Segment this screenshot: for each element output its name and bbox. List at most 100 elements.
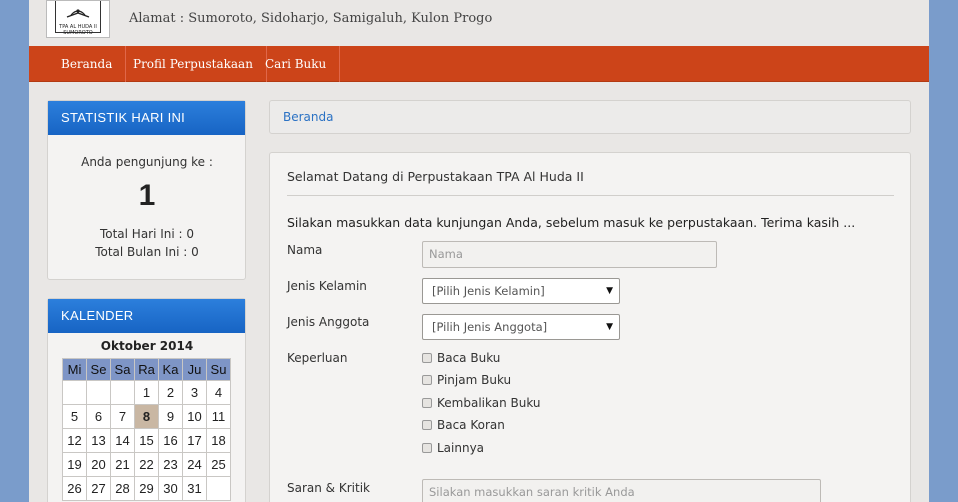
purpose-option-lainnya[interactable]: Lainnya [422, 441, 484, 455]
breadcrumb-link-beranda[interactable]: Beranda [283, 110, 333, 124]
calendar-weekday: Se [86, 358, 111, 381]
calendar-weekday: Su [206, 358, 231, 381]
member-select[interactable]: [Pilih Jenis Anggota] ▼ [422, 314, 620, 340]
calendar-day[interactable]: 13 [86, 428, 111, 453]
calendar-day[interactable]: 1 [134, 380, 159, 405]
calendar-day[interactable]: 15 [134, 428, 159, 453]
calendar-day[interactable]: 20 [86, 452, 111, 477]
calendar-day[interactable]: 19 [62, 452, 87, 477]
purpose-option-label: Baca Koran [437, 418, 505, 432]
gender-label: Jenis Kelamin [287, 279, 367, 293]
calendar-day[interactable]: 26 [62, 476, 87, 501]
calendar-day[interactable]: 31 [182, 476, 207, 501]
member-label: Jenis Anggota [287, 315, 370, 329]
checkbox[interactable] [422, 375, 432, 385]
divider [287, 195, 894, 196]
name-input[interactable]: Nama [422, 241, 717, 268]
form-intro: Silakan masukkan data kunjungan Anda, se… [287, 215, 856, 230]
calendar-day[interactable]: 11 [206, 404, 231, 429]
visitor-number: 1 [138, 179, 156, 212]
calendar-panel: KALENDER Oktober 2014 Mi Se Sa Ra Ka Ju Su 1 2 3 4… [47, 298, 246, 502]
gender-select[interactable]: [Pilih Jenis Kelamin] ▼ [422, 278, 620, 304]
nav-item-cari-buku[interactable]: Cari Buku [252, 46, 341, 82]
calendar-day[interactable]: 16 [158, 428, 183, 453]
calendar-day[interactable]: 9 [158, 404, 183, 429]
calendar-day[interactable]: 17 [182, 428, 207, 453]
calendar-weekday: Ju [182, 358, 207, 381]
logo-text: TPA AL HUDA II SUMOROTO [59, 24, 97, 36]
calendar-day[interactable]: 12 [62, 428, 87, 453]
calendar-weekday: Ka [158, 358, 183, 381]
dropdown-arrow-icon: ▼ [606, 322, 613, 332]
main-navbar: Beranda Profil Perpustakaan Cari Buku [29, 46, 929, 82]
calendar-grid: Mi Se Sa Ra Ka Ju Su 1 2 3 4 5 6 7 8 9 10 11 12 13 14 15 16 17 1… [62, 358, 231, 501]
purpose-label: Keperluan [287, 351, 348, 365]
calendar-day[interactable]: 14 [110, 428, 135, 453]
purpose-option-pinjam-buku[interactable]: Pinjam Buku [422, 373, 511, 387]
gender-selected-value: [Pilih Jenis Kelamin] [432, 284, 545, 298]
calendar-day[interactable]: 21 [110, 452, 135, 477]
calendar-day[interactable]: 6 [86, 404, 111, 429]
calendar-month: Oktober 2014 [100, 339, 194, 353]
feedback-label: Saran & Kritik [287, 481, 370, 495]
calendar-day[interactable]: 25 [206, 452, 231, 477]
dropdown-arrow-icon: ▼ [606, 286, 613, 296]
calendar-week-row: 26 27 28 29 30 31 [62, 476, 231, 501]
calendar-day[interactable]: 27 [86, 476, 111, 501]
purpose-option-label: Kembalikan Buku [437, 396, 541, 410]
calendar-day[interactable]: 24 [182, 452, 207, 477]
purpose-option-baca-buku[interactable]: Baca Buku [422, 351, 500, 365]
calendar-week-row: 5 6 7 8 9 10 11 [62, 404, 231, 429]
book-emblem-icon [66, 9, 90, 18]
calendar-day[interactable]: 4 [206, 380, 231, 405]
calendar-week-row: 12 13 14 15 16 17 18 [62, 428, 231, 453]
site-address: Alamat : Sumoroto, Sidoharjo, Samigaluh,… [129, 11, 493, 26]
calendar-day[interactable]: 30 [158, 476, 183, 501]
nav-item-profil-perpustakaan[interactable]: Profil Perpustakaan [120, 46, 267, 82]
today-total: Total Hari Ini : 0 [99, 227, 195, 241]
calendar-day[interactable]: 29 [134, 476, 159, 501]
checkbox[interactable] [422, 353, 432, 363]
nav-item-beranda[interactable]: Beranda [48, 46, 127, 82]
site-logo[interactable]: TPA AL HUDA II SUMOROTO [46, 0, 110, 38]
calendar-day[interactable]: 28 [110, 476, 135, 501]
calendar-day[interactable]: 22 [134, 452, 159, 477]
breadcrumb: Beranda [269, 100, 911, 134]
stats-panel-title: STATISTIK HARI INI [48, 101, 245, 135]
calendar-weekday: Ra [134, 358, 159, 381]
calendar-day[interactable]: 7 [110, 404, 135, 429]
member-selected-value: [Pilih Jenis Anggota] [432, 320, 548, 334]
calendar-weekday-row: Mi Se Sa Ra Ka Ju Su [62, 358, 231, 381]
calendar-day[interactable]: 18 [206, 428, 231, 453]
purpose-option-kembalikan-buku[interactable]: Kembalikan Buku [422, 396, 541, 410]
calendar-week-row: 1234 [62, 380, 231, 405]
calendar-empty-cell [62, 380, 87, 405]
calendar-empty-cell [110, 380, 135, 405]
calendar-day[interactable]: 23 [158, 452, 183, 477]
checkbox[interactable] [422, 443, 432, 453]
feedback-textarea[interactable]: Silakan masukkan saran kritik Anda [422, 479, 821, 502]
calendar-week-row: 19 20 21 22 23 24 25 [62, 452, 231, 477]
calendar-day[interactable]: 3 [182, 380, 207, 405]
checkbox[interactable] [422, 420, 432, 430]
calendar-weekday: Sa [110, 358, 135, 381]
calendar-day[interactable]: 8 [134, 404, 159, 429]
form-title: Selamat Datang di Perpustakaan TPA Al Hu… [287, 169, 584, 184]
purpose-option-baca-koran[interactable]: Baca Koran [422, 418, 505, 432]
purpose-option-label: Baca Buku [437, 351, 501, 365]
calendar-weekday: Mi [62, 358, 87, 381]
page: TPA AL HUDA II SUMOROTO Alamat : Sumorot… [29, 0, 929, 502]
purpose-option-label: Lainnya [437, 441, 485, 455]
stats-panel: STATISTIK HARI INI Anda pengunjung ke : … [47, 100, 246, 280]
calendar-day[interactable]: 5 [62, 404, 87, 429]
visit-form-panel: Selamat Datang di Perpustakaan TPA Al Hu… [269, 152, 911, 502]
calendar-empty-cell [86, 380, 111, 405]
visitor-label: Anda pengunjung ke : [81, 155, 213, 169]
calendar-day[interactable]: 10 [182, 404, 207, 429]
checkbox[interactable] [422, 398, 432, 408]
calendar-panel-title: KALENDER [48, 299, 245, 333]
purpose-option-label: Pinjam Buku [437, 373, 512, 387]
calendar-empty-cell [206, 476, 231, 501]
name-label: Nama [287, 243, 323, 257]
calendar-day[interactable]: 2 [158, 380, 183, 405]
